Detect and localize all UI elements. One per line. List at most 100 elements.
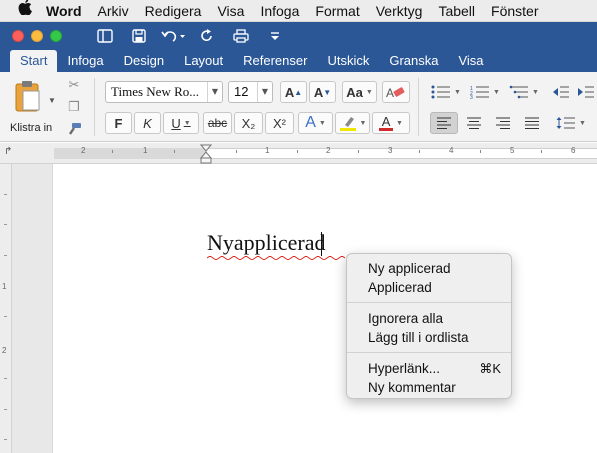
copy-icon[interactable]: ❐ [64,99,84,115]
menu-item-add-to-dictionary[interactable]: Lägg till i ordlista [347,328,511,347]
tab-granska[interactable]: Granska [379,50,448,72]
paste-dropdown-icon[interactable]: ▼ [48,96,56,105]
align-right-button[interactable] [489,112,517,134]
subscript-button[interactable]: X₂ [234,112,263,134]
menu-verktyg[interactable]: Verktyg [368,0,431,22]
line-spacing-icon [556,117,576,129]
clear-formatting-button[interactable]: A [382,81,410,103]
ruler-tick [174,150,175,153]
redo-icon[interactable] [190,25,224,47]
document-gutter [12,164,52,453]
increase-indent-button[interactable] [575,81,597,103]
paste-button[interactable]: ▼ Klistra in [6,78,58,138]
sidebar-icon[interactable] [88,25,122,47]
ruler-number: 6 [571,146,576,155]
bullet-list-icon [431,85,451,99]
grow-font-button[interactable]: A ▲ [280,81,307,103]
indent-marker-icon[interactable] [200,144,212,164]
bullets-button[interactable]: ▼ [428,81,464,103]
menu-app-word[interactable]: Word [38,0,90,22]
underline-button[interactable]: U ▼ [163,112,199,134]
print-icon[interactable] [224,25,258,47]
ruler-number: 2 [81,146,86,155]
decrease-indent-button[interactable] [549,81,573,103]
menu-fonster[interactable]: Fönster [483,0,546,22]
menu-item-ignore-all[interactable]: Ignorera alla [347,309,511,328]
format-painter-icon[interactable] [64,121,84,137]
underline-label: U [171,115,181,131]
chevron-down-icon: ▼ [318,119,326,127]
superscript-label: X² [273,115,286,131]
customize-icon[interactable] [258,25,292,47]
ribbon-separator [418,78,419,136]
tab-layout[interactable]: Layout [174,50,233,72]
ruler-tick [4,224,7,225]
ruler-tick [236,150,237,153]
justify-button[interactable] [518,112,546,134]
menu-arkiv[interactable]: Arkiv [90,0,137,22]
ruler-number: 1 [265,146,270,155]
menu-item-new-comment[interactable]: Ny kommentar [347,378,511,397]
save-icon[interactable] [122,25,156,47]
strikethrough-button[interactable]: abc [203,112,232,134]
change-case-button[interactable]: Aa ▼ [342,81,377,103]
close-window-button[interactable] [12,30,24,42]
text-effects-button[interactable]: A ▼ [298,112,333,134]
menu-infoga[interactable]: Infoga [252,0,307,22]
ruler-number: 5 [510,146,515,155]
menu-format[interactable]: Format [307,0,367,22]
shrink-font-button[interactable]: A ▼ [309,81,336,103]
zoom-window-button[interactable] [50,30,62,42]
font-name-combo[interactable]: Times New Ro... ▼ [105,81,223,103]
eraser-icon: A [386,86,405,100]
font-size-combo[interactable]: 12 ▼ [228,81,273,103]
horizontal-ruler[interactable]: ↱ 2 1 1 2 3 4 5 6 [0,143,597,164]
tab-utskick[interactable]: Utskick [317,50,379,72]
menu-visa[interactable]: Visa [209,0,252,22]
menu-item-hyperlink[interactable]: Hyperlänk... ⌘K [347,359,511,378]
line-spacing-button[interactable]: ▼ [552,112,590,134]
multilevel-list-icon [509,85,529,99]
ruler-number: 2 [2,346,7,355]
document-page[interactable] [52,164,597,453]
tab-referenser[interactable]: Referenser [233,50,317,72]
document-word[interactable]: Nyapplicerad [207,230,326,256]
chevron-down-icon[interactable]: ▼ [257,82,272,102]
tab-stop-selector-icon[interactable]: ↱ [4,146,12,157]
ruler-tick [4,255,7,256]
vertical-ruler[interactable]: 1 2 [0,164,12,453]
undo-icon[interactable] [156,25,190,47]
font-color-button[interactable]: A ▼ [372,112,410,134]
chevron-down-icon[interactable]: ▼ [207,82,222,102]
italic-button[interactable]: K [134,112,161,134]
apple-icon[interactable] [18,0,38,22]
bold-button[interactable]: F [105,112,132,134]
svg-text:3: 3 [470,95,473,99]
ruler-number: 3 [388,146,393,155]
tab-visa[interactable]: Visa [448,50,493,72]
menu-redigera[interactable]: Redigera [137,0,210,22]
align-center-button[interactable] [460,112,488,134]
arrow-down-icon: ▼ [323,87,332,97]
menu-item-suggestion-1[interactable]: Ny applicerad [347,259,511,278]
chevron-down-icon: ▼ [183,119,191,127]
highlight-button[interactable]: ▼ [335,112,370,134]
tab-start[interactable]: Start [10,50,58,72]
numbering-button[interactable]: 1 2 3 ▼ [467,81,503,103]
cut-icon[interactable]: ✂ [64,77,84,93]
hyperlink-shortcut: ⌘K [479,361,501,376]
superscript-button[interactable]: X² [265,112,294,134]
tab-infoga[interactable]: Infoga [57,50,113,72]
align-left-button[interactable] [430,112,458,134]
ruler-tick [4,439,7,440]
text-cursor [321,232,322,256]
arrow-up-icon: ▲ [294,87,303,97]
chevron-down-icon: ▼ [365,88,373,96]
numbered-list-icon: 123 [470,86,490,99]
multilevel-list-button[interactable]: ▼ [506,81,542,103]
change-case-label: Aa [346,84,363,100]
minimize-window-button[interactable] [31,30,43,42]
menu-tabell[interactable]: Tabell [430,0,483,22]
menu-item-suggestion-2[interactable]: Applicerad [347,278,511,297]
tab-design[interactable]: Design [114,50,174,72]
